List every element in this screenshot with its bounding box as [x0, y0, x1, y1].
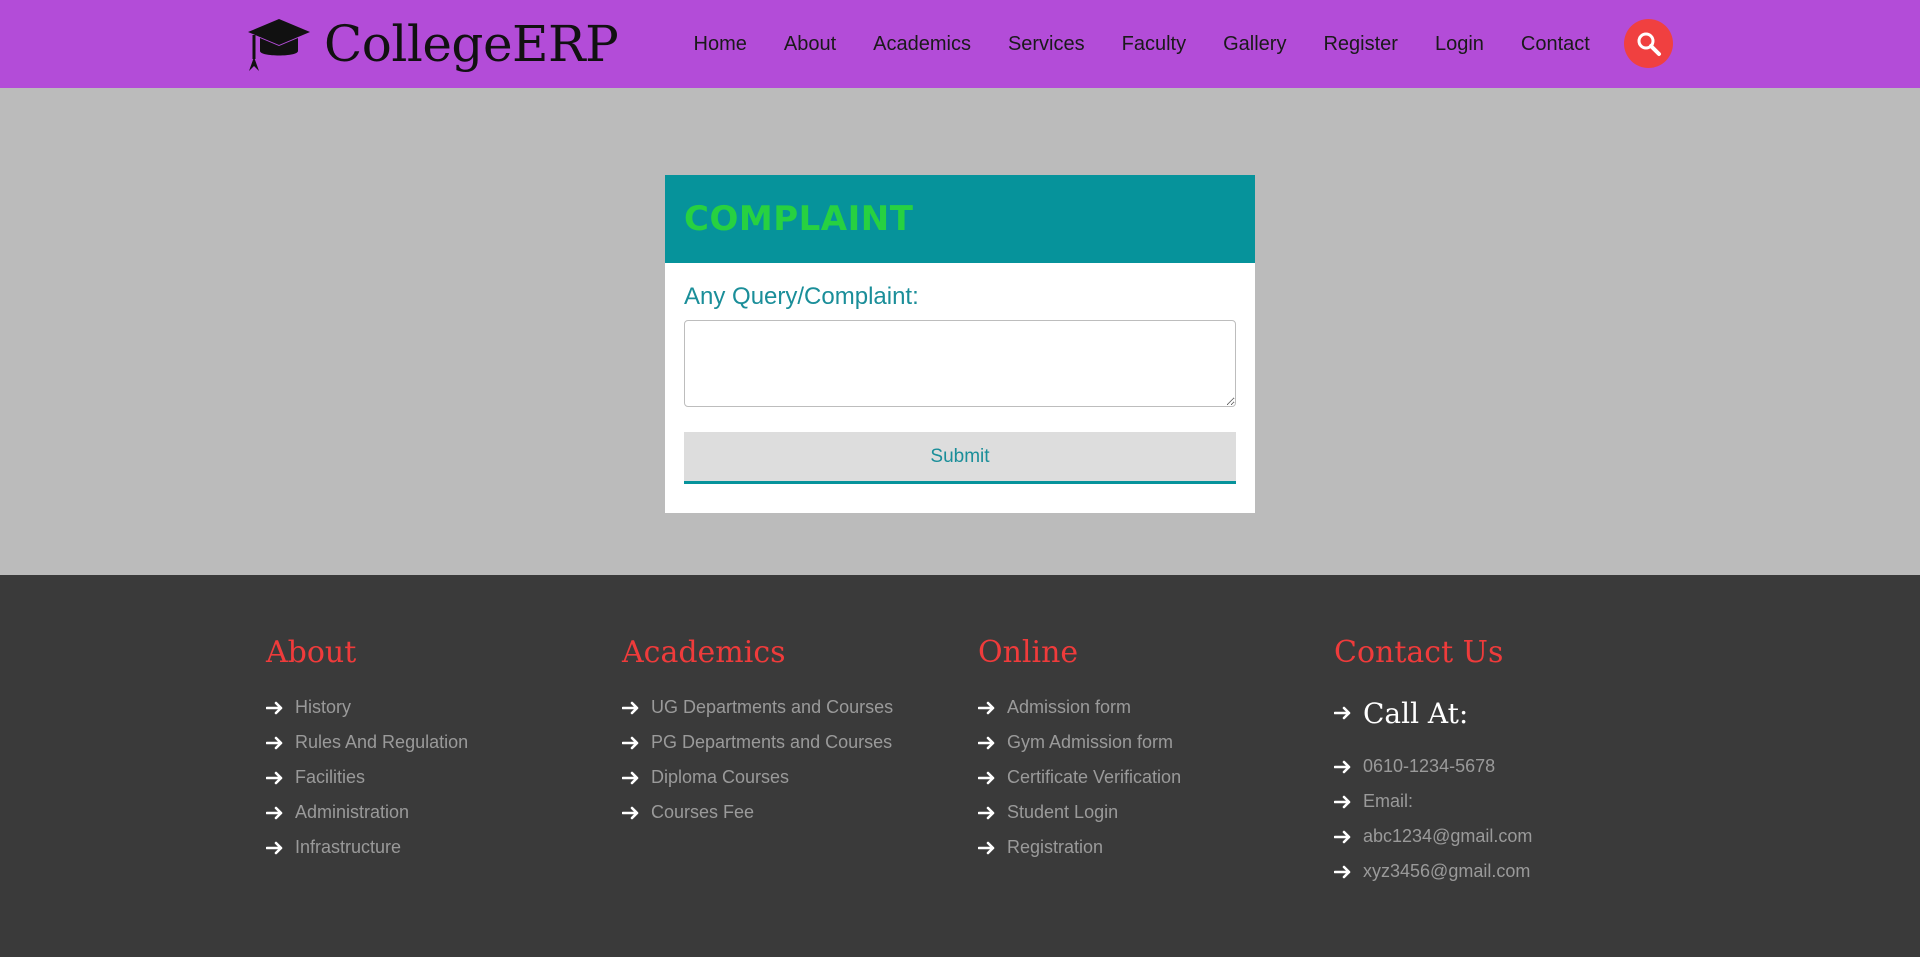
graduation-cap-icon	[248, 19, 310, 71]
footer-link-label: Rules And Regulation	[295, 732, 469, 752]
footer-link-courses-fee[interactable]: Courses Fee	[622, 795, 952, 830]
search-button[interactable]	[1624, 19, 1673, 68]
footer-about-column: About History Rules And Regulation Facil…	[266, 635, 596, 865]
arrow-right-icon	[266, 736, 283, 749]
footer-link-ug-departments[interactable]: UG Departments and Courses	[622, 690, 952, 725]
nav-home[interactable]: Home	[675, 33, 765, 56]
footer-email-label-row: Email:	[1334, 784, 1664, 819]
footer-link-label: Administration	[295, 802, 410, 822]
complaint-card-header: COMPLAINT	[665, 175, 1255, 263]
arrow-right-icon	[978, 701, 995, 714]
footer-link-label: History	[295, 697, 352, 717]
search-icon	[1637, 32, 1661, 56]
footer-link-label: Registration	[1007, 837, 1104, 857]
footer-link-label: Student Login	[1007, 802, 1119, 822]
footer-link-student-login[interactable]: Student Login	[978, 795, 1308, 830]
arrow-right-icon	[1334, 865, 1351, 878]
arrow-right-icon	[266, 841, 283, 854]
footer-link-certificate-verification[interactable]: Certificate Verification	[978, 760, 1308, 795]
nav-about[interactable]: About	[765, 33, 854, 56]
footer-link-label: UG Departments and Courses	[651, 697, 894, 717]
nav-gallery[interactable]: Gallery	[1205, 33, 1305, 56]
footer-link-diploma-courses[interactable]: Diploma Courses	[622, 760, 952, 795]
arrow-right-icon	[266, 771, 283, 784]
arrow-right-icon	[266, 806, 283, 819]
footer: About History Rules And Regulation Facil…	[0, 575, 1920, 957]
arrow-right-icon	[978, 736, 995, 749]
footer-link-gym-admission[interactable]: Gym Admission form	[978, 725, 1308, 760]
footer-link-label: Courses Fee	[651, 802, 755, 822]
footer-online-column: Online Admission form Gym Admission form…	[978, 635, 1308, 865]
arrow-right-icon	[622, 736, 639, 749]
complaint-card: COMPLAINT Any Query/Complaint: Submit	[665, 175, 1255, 513]
footer-link-registration[interactable]: Registration	[978, 830, 1308, 865]
arrow-right-icon	[1334, 706, 1351, 720]
footer-link-facilities[interactable]: Facilities	[266, 760, 596, 795]
nav-login[interactable]: Login	[1416, 33, 1502, 56]
top-navbar: CollegeERP Home About Academics Services…	[0, 0, 1920, 88]
footer-phone[interactable]: 0610-1234-5678	[1334, 749, 1664, 784]
phone-number: 0610-1234-5678	[1363, 756, 1496, 776]
email-label: Email:	[1363, 791, 1414, 811]
footer-link-infrastructure[interactable]: Infrastructure	[266, 830, 596, 865]
footer-email-1[interactable]: abc1234@gmail.com	[1334, 819, 1664, 854]
arrow-right-icon	[978, 841, 995, 854]
arrow-right-icon	[266, 701, 283, 714]
footer-email-2[interactable]: xyz3456@gmail.com	[1334, 854, 1664, 889]
arrow-right-icon	[978, 771, 995, 784]
footer-link-administration[interactable]: Administration	[266, 795, 596, 830]
footer-online-title: Online	[978, 635, 1079, 670]
nav-faculty[interactable]: Faculty	[1103, 33, 1204, 56]
nav-contact[interactable]: Contact	[1502, 33, 1608, 56]
complaint-field-label: Any Query/Complaint:	[684, 283, 919, 310]
arrow-right-icon	[1334, 830, 1351, 843]
nav-services[interactable]: Services	[989, 33, 1103, 56]
email-address: xyz3456@gmail.com	[1363, 861, 1531, 881]
footer-link-label: Admission form	[1007, 697, 1132, 717]
main-nav: Home About Academics Services Faculty Ga…	[675, 0, 1608, 88]
brand-name: CollegeERP	[324, 15, 619, 73]
complaint-title: COMPLAINT	[684, 199, 914, 239]
main-content: COMPLAINT Any Query/Complaint: Submit	[0, 88, 1920, 575]
arrow-right-icon	[1334, 795, 1351, 808]
email-address: abc1234@gmail.com	[1363, 826, 1533, 846]
submit-button[interactable]: Submit	[684, 432, 1236, 484]
footer-link-rules[interactable]: Rules And Regulation	[266, 725, 596, 760]
arrow-right-icon	[622, 806, 639, 819]
footer-link-label: Infrastructure	[295, 837, 402, 857]
call-at-label: Call At:	[1363, 696, 1469, 730]
arrow-right-icon	[622, 771, 639, 784]
footer-link-label: Gym Admission form	[1007, 732, 1174, 752]
nav-academics[interactable]: Academics	[855, 33, 990, 56]
footer-about-title: About	[266, 635, 357, 670]
brand-logo[interactable]: CollegeERP	[246, 6, 619, 82]
footer-link-label: Certificate Verification	[1007, 767, 1182, 787]
footer-academics-title: Academics	[622, 635, 786, 670]
footer-link-admission-form[interactable]: Admission form	[978, 690, 1308, 725]
footer-contact-column: Contact Us Call At: 0610-1234-5678 Email…	[1334, 635, 1664, 889]
footer-contact-title: Contact Us	[1334, 635, 1504, 670]
footer-link-pg-departments[interactable]: PG Departments and Courses	[622, 725, 952, 760]
arrow-right-icon	[978, 806, 995, 819]
footer-link-label: Facilities	[295, 767, 366, 787]
call-at-heading: Call At:	[1334, 690, 1664, 736]
footer-link-label: PG Departments and Courses	[651, 732, 893, 752]
arrow-right-icon	[622, 701, 639, 714]
nav-register[interactable]: Register	[1305, 33, 1416, 56]
complaint-textarea[interactable]	[684, 320, 1236, 407]
footer-academics-column: Academics UG Departments and Courses PG …	[622, 635, 952, 830]
arrow-right-icon	[1334, 760, 1351, 773]
footer-link-label: Diploma Courses	[651, 767, 790, 787]
footer-link-history[interactable]: History	[266, 690, 596, 725]
